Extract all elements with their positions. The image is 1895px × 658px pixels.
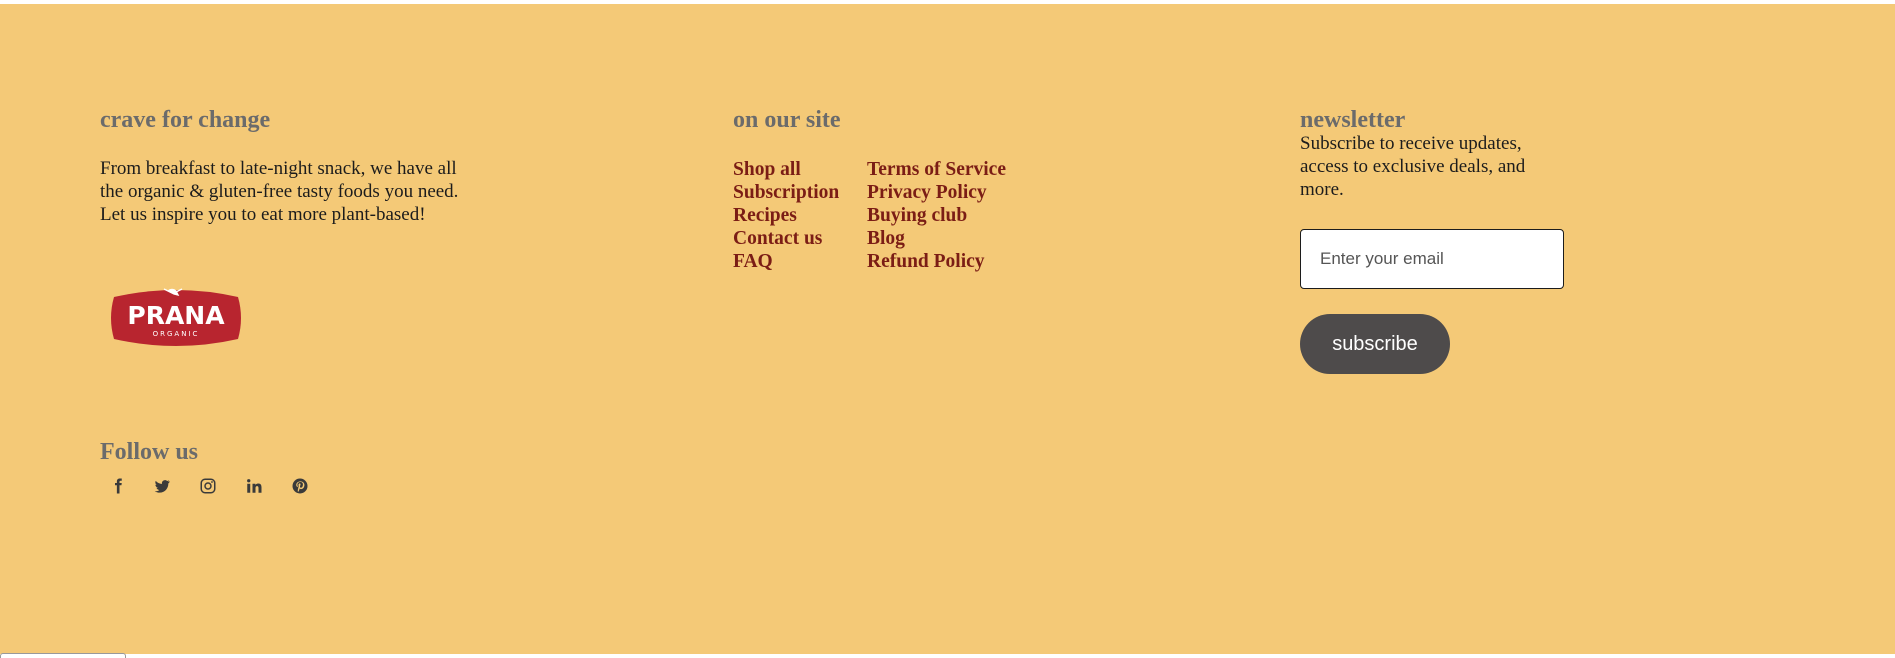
site-links-primary: Shop all Subscription Recipes Contact us… <box>733 158 839 273</box>
site-heading: on our site <box>733 107 841 133</box>
link-subscription[interactable]: Subscription <box>733 181 839 204</box>
logo-subline: ORGANIC <box>153 330 200 338</box>
link-faq[interactable]: FAQ <box>733 250 839 273</box>
linkedin-icon[interactable] <box>242 474 266 498</box>
pinterest-icon[interactable] <box>288 474 312 498</box>
link-blog[interactable]: Blog <box>867 227 1006 250</box>
link-terms-of-service[interactable]: Terms of Service <box>867 158 1006 181</box>
link-buying-club[interactable]: Buying club <box>867 204 1006 227</box>
link-contact-us[interactable]: Contact us <box>733 227 839 250</box>
newsletter-heading: newsletter <box>1300 107 1406 133</box>
subscribe-button[interactable]: subscribe <box>1300 314 1450 374</box>
email-field[interactable] <box>1300 229 1564 289</box>
follow-heading: Follow us <box>100 439 199 465</box>
link-refund-policy[interactable]: Refund Policy <box>867 250 1006 273</box>
about-heading: crave for change <box>100 107 271 133</box>
link-privacy-policy[interactable]: Privacy Policy <box>867 181 1006 204</box>
twitter-icon[interactable] <box>150 474 174 498</box>
facebook-icon[interactable] <box>106 474 130 498</box>
site-footer: crave for change From breakfast to late-… <box>0 4 1895 654</box>
link-shop-all[interactable]: Shop all <box>733 158 839 181</box>
corner-tab[interactable] <box>0 653 126 658</box>
site-links-secondary: Terms of Service Privacy Policy Buying c… <box>867 158 1006 273</box>
prana-logo[interactable]: PRANA ORGANIC <box>106 285 246 351</box>
about-description: From breakfast to late-night snack, we h… <box>100 158 459 225</box>
link-recipes[interactable]: Recipes <box>733 204 839 227</box>
logo-wordmark: PRANA <box>127 301 225 330</box>
newsletter-description: Subscribe to receive updates, access to … <box>1300 133 1526 200</box>
instagram-icon[interactable] <box>196 474 220 498</box>
